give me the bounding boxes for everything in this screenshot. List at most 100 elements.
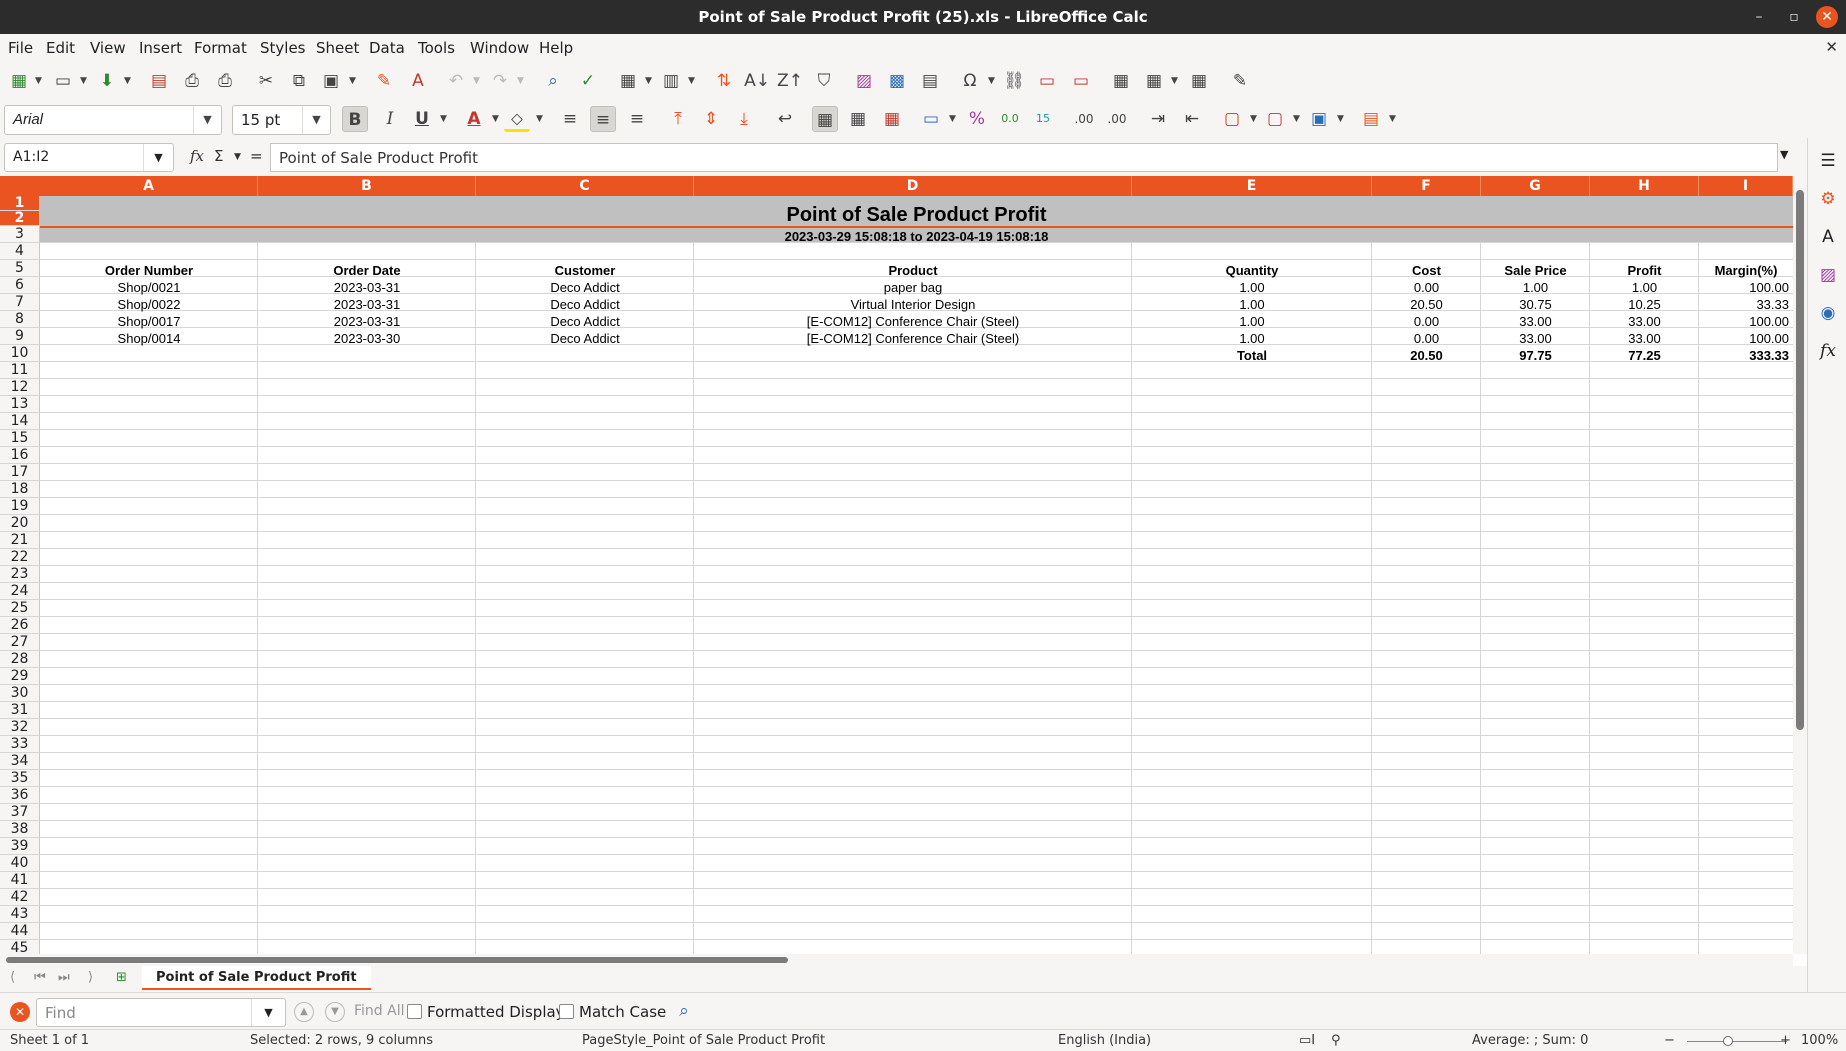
column-icon[interactable]: ▥ [658,68,684,94]
row-header[interactable]: 34 [0,753,40,770]
row-header[interactable]: 36 [0,787,40,804]
merge-cells-icon[interactable]: ▦ [845,106,871,132]
show-draw-functions-icon[interactable]: ✎ [1227,68,1253,94]
paste-icon[interactable]: ▣ [318,68,344,94]
table-cell[interactable]: 33.00 [1481,314,1590,329]
sort-descending-icon[interactable]: Z↑ [777,68,803,94]
table-cell[interactable]: 33.00 [1590,314,1699,329]
row-header[interactable]: 19 [0,498,40,515]
minimize-icon[interactable]: – [1748,6,1770,28]
functions-icon[interactable]: fx [1815,338,1841,364]
row-header[interactable]: 31 [0,702,40,719]
bold-icon[interactable]: B [342,106,368,132]
find-previous-icon[interactable]: ▲ [294,1002,314,1022]
menu-format[interactable]: Format [194,39,247,57]
table-cell[interactable]: 2023-03-31 [258,314,476,329]
row-header[interactable]: 44 [0,923,40,940]
row-header[interactable]: 39 [0,838,40,855]
scroll-first-sheet-icon[interactable]: ⟨ [10,970,15,985]
expand-formula-icon[interactable]: ▼ [1780,148,1788,161]
menu-tools[interactable]: Tools [418,39,455,57]
clear-formatting-icon[interactable]: A [405,68,431,94]
zoom-level[interactable]: 100% [1801,1033,1838,1048]
new-spreadsheet-icon[interactable]: ▦ [6,68,32,94]
menu-sheet[interactable]: Sheet [316,39,359,57]
borders-dropdown-icon[interactable]: ▼ [1250,114,1258,124]
menu-help[interactable]: Help [539,39,573,57]
menu-edit[interactable]: Edit [46,39,75,57]
column-dropdown-icon[interactable]: ▼ [688,76,696,86]
formula-icon[interactable]: = [250,147,263,165]
scroll-prev-sheet-icon[interactable]: ⏮ [34,970,46,985]
row-header[interactable]: 23 [0,566,40,583]
row-header[interactable]: 8 [0,311,40,328]
row-header[interactable]: 38 [0,821,40,838]
conditional-dropdown-icon[interactable]: ▼ [1389,114,1397,124]
function-wizard-icon[interactable]: fx [190,147,204,165]
table-cell[interactable]: Shop/0022 [40,297,258,312]
row-icon[interactable]: ▦ [615,68,641,94]
table-cell[interactable]: 30.75 [1481,297,1590,312]
italic-icon[interactable]: I [377,106,403,132]
zoom-out-icon[interactable]: − [1664,1033,1675,1048]
column-header-d[interactable]: D [694,176,1132,196]
menu-data[interactable]: Data [369,39,405,57]
export-pdf-icon[interactable]: ▤ [146,68,172,94]
table-cell[interactable]: Virtual Interior Design [694,297,1132,312]
define-print-area-icon[interactable]: ▦ [1108,68,1134,94]
row-header[interactable]: 37 [0,804,40,821]
digital-signature-icon[interactable]: ⚲ [1331,1033,1341,1048]
underline-dropdown-icon[interactable]: ▼ [440,114,448,124]
insert-chart-icon[interactable]: ▩ [884,68,910,94]
styles-icon[interactable]: A [1815,224,1841,250]
cut-icon[interactable]: ✂ [253,68,279,94]
table-cell[interactable]: 10.25 [1590,297,1699,312]
open-folder-icon[interactable]: ▭ [50,68,76,94]
find-input[interactable]: Find ▼ [36,998,286,1027]
table-cell[interactable]: Deco Addict [476,331,694,346]
undo-dropdown-icon[interactable]: ▼ [473,76,481,86]
align-right-icon[interactable]: ≡ [624,106,650,132]
column-header-c[interactable]: C [476,176,694,196]
name-box[interactable]: A1:I2 ▼ [4,143,174,172]
row-header[interactable]: 21 [0,532,40,549]
formatted-display-checkbox[interactable] [407,1004,422,1019]
highlight-dropdown-icon[interactable]: ▼ [536,114,544,124]
row-header[interactable]: 1 [0,196,40,211]
row-header[interactable]: 4 [0,243,40,260]
paste-dropdown-icon[interactable]: ▼ [349,76,357,86]
row-header[interactable]: 40 [0,855,40,872]
horizontal-scroll-thumb[interactable] [6,957,788,963]
selection-summary[interactable]: Average: ; Sum: 0 [1472,1033,1588,1048]
decrease-indent-icon[interactable]: ⇤ [1179,106,1205,132]
table-cell[interactable]: 33.33 [1699,297,1789,312]
row-header[interactable]: 3 [0,226,40,243]
add-decimal-icon[interactable]: .00 [1071,106,1097,132]
special-character-icon[interactable]: Ω [957,68,983,94]
column-header-b[interactable]: B [258,176,476,196]
page-style[interactable]: PageStyle_Point of Sale Product Profit [582,1033,825,1048]
row-header[interactable]: 20 [0,515,40,532]
conditional-format-icon[interactable]: ▤ [1358,106,1384,132]
table-cell[interactable]: 1.00 [1132,280,1372,295]
vertical-scroll-thumb[interactable] [1796,190,1804,730]
open-dropdown-icon[interactable]: ▼ [80,76,88,86]
align-left-icon[interactable]: ≡ [557,106,583,132]
table-cell[interactable]: 1.00 [1132,314,1372,329]
find-dropdown-icon[interactable]: ▼ [251,999,285,1026]
row-header[interactable]: 43 [0,906,40,923]
align-top-icon[interactable]: ⤒ [665,106,691,132]
scroll-last-sheet-icon[interactable]: ⟩ [88,970,93,985]
total-profit[interactable]: 77.25 [1590,348,1699,363]
insert-image-icon[interactable]: ▨ [851,68,877,94]
sum-dropdown-icon[interactable]: ▼ [234,152,241,162]
font-name-box[interactable]: Arial ▼ [4,105,222,135]
row-header[interactable]: 16 [0,447,40,464]
currency-format-icon[interactable]: ▭ [918,106,944,132]
sort-ascending-icon[interactable]: A↓ [744,68,770,94]
split-window-icon[interactable]: ▦ [1186,68,1212,94]
table-cell[interactable]: 1.00 [1481,280,1590,295]
horizontal-scrollbar[interactable] [0,954,1793,966]
table-cell[interactable]: [E-COM12] Conference Chair (Steel) [694,314,1132,329]
table-cell[interactable]: 0.00 [1372,314,1481,329]
